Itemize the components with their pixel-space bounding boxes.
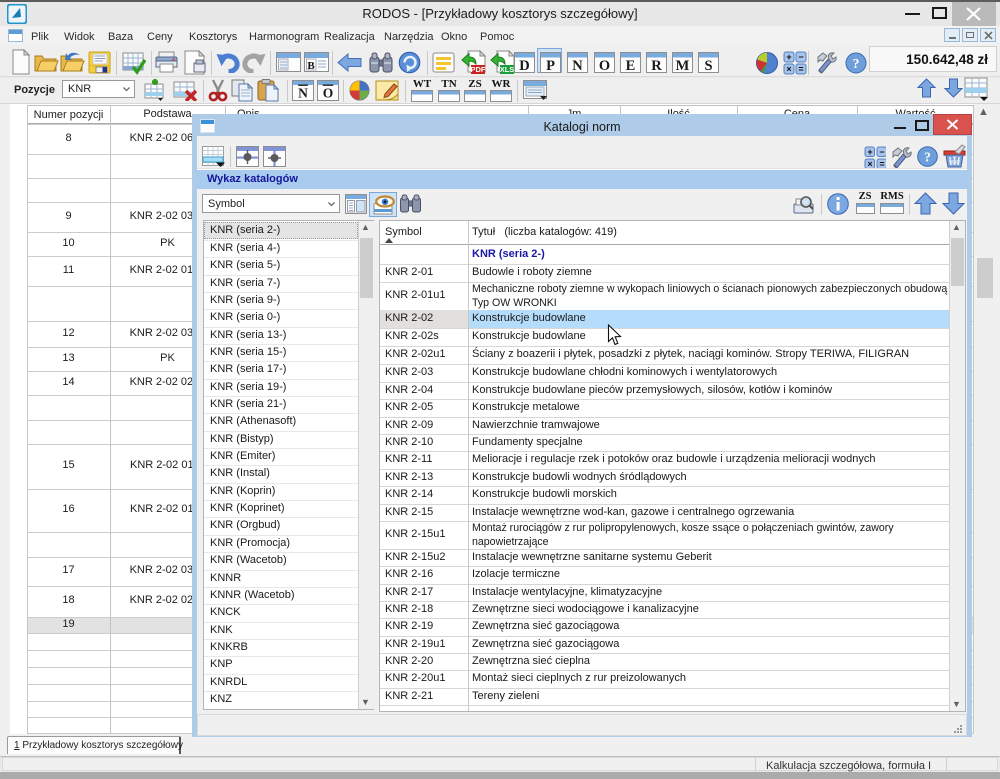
- svg-text:M: M: [676, 58, 690, 73]
- svg-text:×: ×: [867, 159, 872, 168]
- svg-text:+: +: [867, 147, 872, 157]
- svg-text:−: −: [798, 52, 803, 62]
- svg-text:N: N: [572, 58, 583, 73]
- svg-text:R: R: [651, 58, 662, 73]
- svg-text:?: ?: [924, 150, 931, 165]
- svg-text:D: D: [519, 58, 529, 73]
- svg-text:B: B: [307, 60, 315, 72]
- svg-text:XLS: XLS: [500, 65, 515, 74]
- svg-text:P: P: [546, 58, 555, 73]
- svg-text:PDF: PDF: [471, 65, 486, 74]
- svg-text:=: =: [879, 159, 884, 168]
- svg-text:O: O: [599, 58, 610, 73]
- svg-text:O: O: [323, 86, 334, 101]
- svg-text:E: E: [626, 58, 636, 73]
- svg-text:S: S: [704, 58, 712, 73]
- svg-text:N: N: [298, 86, 308, 101]
- svg-text:−: −: [879, 147, 884, 157]
- svg-text:×: ×: [786, 64, 791, 74]
- svg-text:=: =: [798, 64, 803, 74]
- svg-text:+: +: [786, 52, 791, 62]
- svg-text:?: ?: [853, 57, 860, 72]
